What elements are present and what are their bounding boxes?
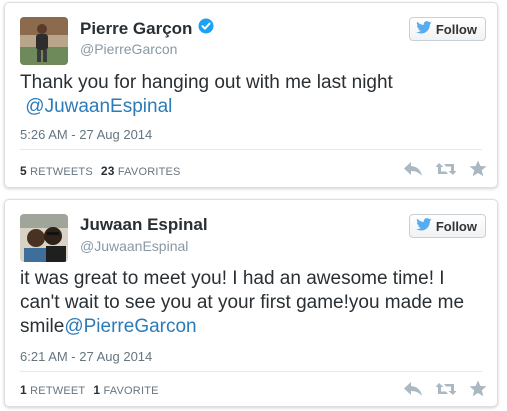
- timestamp[interactable]: 6:21 AM - 27 Aug 2014: [20, 349, 152, 364]
- favorite-count-number: 23: [100, 164, 115, 178]
- follow-label: Follow: [435, 21, 477, 37]
- tweet-actions: [403, 160, 487, 177]
- timestamp[interactable]: 5:26 AM - 27 Aug 2014: [20, 127, 152, 142]
- tweet-text: it was great to meet you! I had an aweso…: [20, 267, 482, 339]
- user-handle[interactable]: @PierreGarcon: [80, 41, 177, 57]
- reply-icon[interactable]: [403, 161, 423, 177]
- favorite-count-number: 1: [93, 383, 101, 397]
- mention-link[interactable]: @JuwaanEspinal: [25, 96, 172, 117]
- retweet-icon[interactable]: [435, 161, 457, 177]
- display-name-text[interactable]: Pierre Garçon: [80, 19, 192, 39]
- retweet-count[interactable]: 1 Retweet: [20, 383, 86, 397]
- bird-icon: [416, 218, 432, 234]
- follow-button[interactable]: Follow: [408, 214, 486, 238]
- tweet-card: Juwaan Espinal @JuwaanEspinal Follow it …: [4, 199, 498, 407]
- retweet-count-number: 5: [20, 164, 27, 178]
- avatar[interactable]: [20, 214, 68, 262]
- display-name-text[interactable]: Juwaan Espinal: [80, 215, 208, 235]
- favorite-icon[interactable]: [469, 380, 487, 397]
- display-name[interactable]: Pierre Garçon: [80, 18, 214, 39]
- retweet-count-number: 1: [20, 383, 27, 397]
- divider: [20, 371, 482, 372]
- mention-link[interactable]: @PierreGarcon: [64, 316, 196, 337]
- tweet-stats: 1 Retweet 1 Favorite: [20, 383, 159, 397]
- bird-icon: [416, 21, 432, 37]
- favorite-icon[interactable]: [469, 160, 487, 177]
- verified-badge-icon: [198, 18, 214, 39]
- tweet-card: Pierre Garçon @PierreGarcon Follow Thank…: [4, 2, 498, 188]
- retweet-count-label: Retweet: [30, 385, 86, 397]
- retweet-count[interactable]: 5 Retweets: [20, 164, 93, 178]
- favorite-count[interactable]: 23 Favorites: [100, 164, 181, 178]
- tweet-stats: 5 Retweets 23 Favorites: [20, 164, 181, 178]
- reply-icon[interactable]: [403, 381, 423, 397]
- divider: [20, 149, 482, 150]
- favorite-count-label: Favorites: [117, 166, 181, 178]
- favorite-count[interactable]: 1 Favorite: [93, 383, 159, 397]
- retweet-count-label: Retweets: [30, 166, 93, 178]
- retweet-icon[interactable]: [435, 381, 457, 397]
- follow-label: Follow: [435, 218, 477, 234]
- tweet-actions: [403, 380, 487, 397]
- avatar[interactable]: [20, 17, 68, 65]
- display-name[interactable]: Juwaan Espinal: [80, 215, 208, 235]
- favorite-count-label: Favorite: [103, 385, 159, 397]
- tweet-text: Thank you for hanging out with me last n…: [20, 71, 482, 119]
- follow-button[interactable]: Follow: [408, 17, 486, 41]
- user-handle[interactable]: @JuwaanEspinal: [80, 238, 188, 254]
- tweet-body: Thank you for hanging out with me last n…: [20, 72, 393, 93]
